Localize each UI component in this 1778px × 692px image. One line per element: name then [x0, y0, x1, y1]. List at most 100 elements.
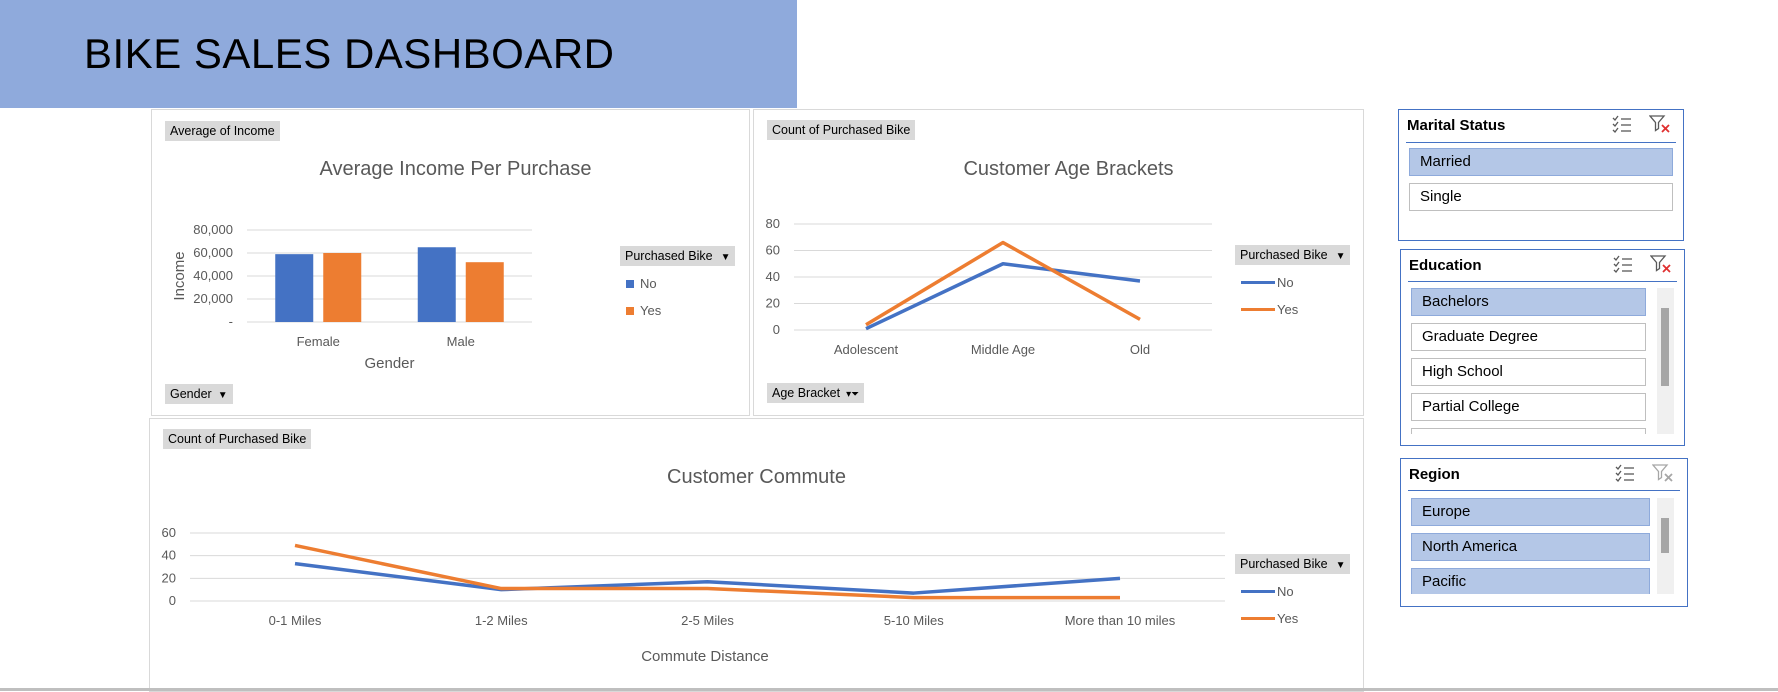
- clear-filter-icon[interactable]: [1649, 115, 1671, 133]
- x-tick-label: Male: [447, 334, 475, 349]
- value-field-label: Average of Income: [170, 124, 275, 138]
- y-tick-label: 80,000: [193, 222, 233, 237]
- y-tick-label: -: [229, 314, 233, 329]
- legend-swatch: [1241, 308, 1275, 311]
- slicer-item-pacific[interactable]: Pacific: [1411, 568, 1650, 594]
- dropdown-arrow-icon: ▼: [217, 390, 228, 401]
- legend-filter-button[interactable]: Purchased Bike ▼: [1235, 554, 1351, 574]
- dropdown-arrow-icon: ▼: [1335, 251, 1346, 262]
- gender-filter-button[interactable]: Gender ▼: [165, 384, 233, 404]
- y-axis-title: Income: [171, 251, 188, 300]
- multi-select-icon[interactable]: [1612, 255, 1634, 273]
- commute-chart-plot: 0 20 40 60 0-1 Miles 1-2 Miles 2-5 Miles 5-10 M…: [162, 525, 1225, 665]
- legend-label: No: [640, 276, 657, 291]
- slicer-item-north-america[interactable]: North America: [1411, 533, 1650, 561]
- slicer-title: Education: [1409, 257, 1482, 274]
- slicer-item-label: North America: [1422, 538, 1518, 555]
- slicer-item-label: Married: [1420, 153, 1471, 170]
- legend-filter-button[interactable]: Purchased Bike ▼: [620, 246, 736, 266]
- slicer-toolbar: [1612, 255, 1672, 273]
- income-chart-panel[interactable]: Average of Income Average Income Per Pur…: [151, 109, 750, 416]
- age-bracket-filter-button[interactable]: Age Bracket ▾⏷: [767, 383, 865, 403]
- clear-filter-icon[interactable]: [1650, 255, 1672, 273]
- slicer-title: Region: [1409, 466, 1460, 483]
- multi-select-icon[interactable]: [1614, 464, 1636, 482]
- dashboard-title: BIKE SALES DASHBOARD: [84, 30, 615, 77]
- clear-filter-icon[interactable]: [1652, 464, 1674, 482]
- value-field-button[interactable]: Count of Purchased Bike: [163, 429, 312, 449]
- legend-swatch: [626, 306, 634, 315]
- scrollbar-thumb[interactable]: [1661, 308, 1669, 386]
- slicer-item-partial: [1411, 428, 1646, 434]
- series-line-yes: [865, 240, 1141, 327]
- slicer-item-label: Europe: [1422, 503, 1471, 520]
- slicer-item-label: Pacific: [1422, 573, 1467, 590]
- slicer-item-bachelors[interactable]: Bachelors: [1411, 288, 1646, 316]
- y-tick-label: 40,000: [193, 268, 233, 283]
- slicer-item-label: Graduate Degree: [1422, 328, 1538, 345]
- y-tick-label: 20: [766, 296, 780, 311]
- legend-title: Purchased Bike: [625, 249, 713, 263]
- y-tick-label: 0: [773, 322, 780, 337]
- legend: Purchased Bike ▼ No Yes: [1235, 245, 1351, 317]
- legend-item-yes: Yes: [620, 303, 735, 318]
- slicer-title: Marital Status: [1407, 117, 1506, 134]
- x-tick-label: 0-1 Miles: [269, 613, 322, 628]
- axis-field-label: Gender: [170, 387, 212, 401]
- age-chart-panel[interactable]: Count of Purchased Bike Customer Age Bra…: [753, 109, 1364, 416]
- x-tick-label: Female: [297, 334, 340, 349]
- education-slicer[interactable]: Education Bachelors Graduate Degree High…: [1400, 249, 1685, 446]
- region-slicer[interactable]: Region Europe North America Pacific: [1400, 458, 1688, 607]
- commute-chart-panel[interactable]: Count of Purchased Bike Customer Commute…: [149, 418, 1364, 692]
- filter-icon: ▾⏷: [846, 389, 860, 400]
- slicer-divider: [1408, 490, 1680, 491]
- slicer-toolbar: [1614, 464, 1674, 482]
- y-tick-label: 60: [162, 525, 176, 540]
- legend-item-no: No: [1235, 584, 1350, 599]
- scrollbar[interactable]: [1657, 498, 1674, 594]
- marital-status-slicer[interactable]: Marital Status Married Single: [1398, 109, 1684, 241]
- bar-no-female: [275, 254, 314, 322]
- y-tick-label: 40: [766, 269, 780, 284]
- value-field-button[interactable]: Count of Purchased Bike: [767, 120, 916, 140]
- bar-no-male: [417, 247, 456, 322]
- value-field-label: Count of Purchased Bike: [772, 123, 911, 137]
- multi-select-icon[interactable]: [1611, 115, 1633, 133]
- legend-swatch: [626, 279, 634, 288]
- y-tick-label: 60: [766, 243, 780, 258]
- slicer-item-high-school[interactable]: High School: [1411, 358, 1646, 386]
- slicer-item-europe[interactable]: Europe: [1411, 498, 1650, 526]
- x-tick-label: Old: [1130, 342, 1150, 357]
- scrollbar-thumb[interactable]: [1661, 518, 1669, 553]
- legend-item-yes: Yes: [1235, 611, 1350, 626]
- slicer-item-graduate-degree[interactable]: Graduate Degree: [1411, 323, 1646, 351]
- y-tick-label: 80: [766, 216, 780, 231]
- x-tick-label: Adolescent: [834, 342, 899, 357]
- value-field-label: Count of Purchased Bike: [168, 432, 307, 446]
- legend-label: Yes: [1277, 611, 1299, 626]
- legend-title: Purchased Bike: [1240, 557, 1328, 571]
- axis-field-label: Age Bracket: [772, 386, 841, 400]
- x-tick-label: 5-10 Miles: [884, 613, 944, 628]
- slicer-item-label: Bachelors: [1422, 293, 1489, 310]
- slicer-item-married[interactable]: Married: [1409, 148, 1673, 176]
- title-banner: BIKE SALES DASHBOARD: [0, 0, 797, 108]
- legend-item-no: No: [1235, 275, 1350, 290]
- slicer-item-label: Partial College: [1422, 398, 1520, 415]
- legend-item-yes: Yes: [1235, 302, 1350, 317]
- slicer-item-partial-college[interactable]: Partial College: [1411, 393, 1646, 421]
- scrollbar[interactable]: [1657, 288, 1674, 434]
- legend-filter-button[interactable]: Purchased Bike ▼: [1235, 245, 1351, 265]
- slicer-item-label: Single: [1420, 188, 1462, 205]
- x-tick-label: More than 10 miles: [1065, 613, 1176, 628]
- x-tick-label: Middle Age: [971, 342, 1035, 357]
- bar-yes-male: [465, 262, 504, 322]
- slicer-item-single[interactable]: Single: [1409, 183, 1673, 211]
- y-tick-label: 60,000: [193, 245, 233, 260]
- y-tick-label: 20,000: [193, 291, 233, 306]
- value-field-button[interactable]: Average of Income: [165, 121, 280, 141]
- legend-label: Yes: [1277, 302, 1299, 317]
- series-line-yes: [294, 543, 1120, 600]
- legend-swatch: [1241, 281, 1275, 284]
- legend-label: Yes: [640, 303, 662, 318]
